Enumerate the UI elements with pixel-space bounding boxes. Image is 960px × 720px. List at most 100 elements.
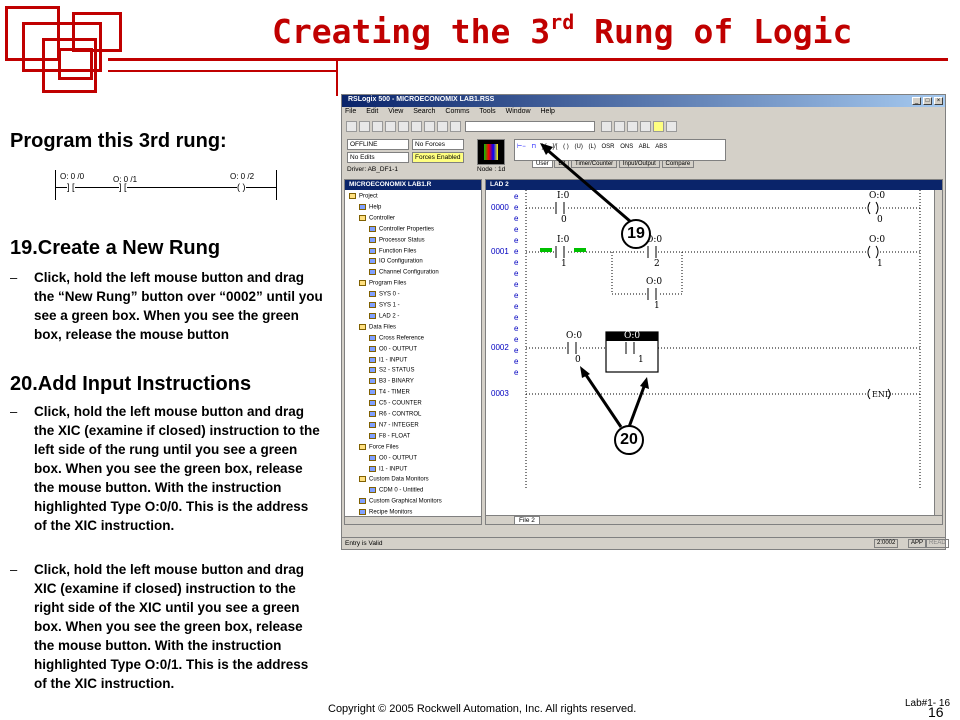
osr-button[interactable]: OSR: [602, 144, 615, 150]
tree-item[interactable]: Custom Graphical Monitors: [359, 498, 442, 508]
new-file-icon[interactable]: [346, 121, 357, 132]
plus-icon[interactable]: [652, 121, 664, 132]
edits-field[interactable]: No Edits: [347, 152, 409, 163]
tree-item[interactable]: LAD 2 -: [369, 312, 399, 323]
minimize-button[interactable]: _: [912, 97, 921, 105]
rung-number[interactable]: 0002: [491, 343, 509, 352]
menu-search[interactable]: Search: [413, 108, 435, 115]
xic-button[interactable]: ] [: [542, 144, 547, 150]
tab-file-2[interactable]: File 2: [514, 516, 540, 525]
file-icon: [369, 291, 376, 298]
tree-item[interactable]: O0 - OUTPUT: [369, 454, 417, 465]
tree-scrollbar[interactable]: [345, 516, 481, 524]
paste-icon[interactable]: [424, 121, 435, 132]
file-icon: [369, 400, 376, 407]
ote-button[interactable]: ( ): [563, 144, 569, 150]
edit-marker: e: [514, 302, 519, 311]
xio-button[interactable]: ]/[: [552, 144, 557, 150]
edit-marker: e: [514, 258, 519, 267]
tab-bit[interactable]: Bit: [554, 160, 570, 168]
redo-icon[interactable]: [450, 121, 461, 132]
zoom-out-icon[interactable]: [639, 121, 651, 132]
ladder-scrollbar[interactable]: [934, 190, 942, 524]
copy-icon[interactable]: [411, 121, 422, 132]
tree-item[interactable]: N7 - INTEGER: [369, 421, 419, 432]
print-icon[interactable]: [385, 121, 396, 132]
tab-compare[interactable]: Compare: [661, 160, 695, 168]
tab-input-output[interactable]: Input/Output: [618, 160, 660, 168]
tree-item[interactable]: Custom Data Monitors: [359, 476, 429, 486]
search-combo[interactable]: [464, 121, 595, 132]
ons-button[interactable]: ONS: [620, 144, 633, 150]
otl-button[interactable]: (L): [589, 144, 596, 150]
menu-file[interactable]: File: [345, 108, 356, 115]
menu-tools[interactable]: Tools: [479, 108, 495, 115]
verify-icon[interactable]: [613, 121, 625, 132]
tree-item[interactable]: Program Files: [359, 280, 406, 290]
tree-item[interactable]: SYS 1 -: [369, 302, 400, 312]
menu-view[interactable]: View: [388, 108, 403, 115]
tree-item-label: Data Files: [369, 324, 397, 331]
forces-enabled-field[interactable]: Forces Enabled: [412, 152, 464, 163]
rung-number[interactable]: 0003: [491, 389, 509, 398]
tree-item[interactable]: CDM 0 - Untitled: [369, 487, 423, 497]
file-icon: [369, 421, 376, 428]
ladder-diagram[interactable]: [486, 190, 934, 524]
rung-number[interactable]: 0001: [491, 247, 509, 256]
save-icon[interactable]: [372, 121, 383, 132]
open-icon[interactable]: [359, 121, 370, 132]
tree-item[interactable]: Project: [349, 193, 378, 203]
edit-marker: e: [514, 291, 519, 300]
zoom-in-icon[interactable]: [626, 121, 638, 132]
tree-item[interactable]: Cross Reference: [369, 334, 424, 345]
tree-item[interactable]: Controller Properties: [369, 225, 434, 236]
tree-item[interactable]: Data Files: [359, 323, 397, 334]
r0-input-address: I:0: [557, 191, 570, 201]
tree-item[interactable]: C5 - COUNTER: [369, 400, 422, 410]
tree-item[interactable]: F8 - FLOAT: [369, 432, 410, 443]
tree-item[interactable]: IO Configuration: [369, 258, 423, 268]
menu-help[interactable]: Help: [541, 108, 555, 115]
branch-button[interactable]: ⊓: [531, 144, 536, 150]
tab-user[interactable]: User: [532, 160, 553, 168]
mini-ote: ( ): [237, 182, 246, 192]
tree-item[interactable]: SYS 0 -: [369, 291, 400, 301]
tree-item[interactable]: O0 - OUTPUT: [369, 345, 417, 356]
tree-item[interactable]: R6 - CONTROL: [369, 411, 421, 421]
file-icon: [369, 411, 376, 417]
new-rung-button[interactable]: ⊢−: [517, 144, 526, 150]
tree-item[interactable]: Channel Configuration: [369, 269, 439, 279]
maximize-button[interactable]: □: [923, 97, 932, 105]
arrow-right-icon[interactable]: [665, 121, 677, 132]
tree-item[interactable]: Controller: [359, 214, 395, 225]
folder-icon: [359, 214, 366, 221]
abs-button[interactable]: ABS: [655, 144, 667, 150]
file-icon: [369, 312, 376, 319]
tree-item[interactable]: Help: [359, 203, 382, 214]
tree-item[interactable]: I1 - INPUT: [369, 356, 407, 367]
tree-item[interactable]: T4 - TIMER: [369, 389, 410, 399]
tree-item[interactable]: S2 - STATUS: [369, 367, 414, 377]
file-icon: [359, 498, 366, 505]
tree-item[interactable]: Function Files: [369, 247, 416, 258]
menu-window[interactable]: Window: [506, 108, 531, 115]
tree-item-label: Help: [369, 204, 382, 211]
tree-item[interactable]: Processor Status: [369, 236, 425, 247]
menu-edit[interactable]: Edit: [366, 108, 378, 115]
tree-item[interactable]: Force Files: [359, 443, 399, 454]
file-icon: [369, 247, 376, 254]
project-tree-title: MICROECONOMIX LAB1.R: [345, 180, 481, 190]
forces-field[interactable]: No Forces: [412, 139, 464, 150]
search-icon[interactable]: [600, 121, 612, 132]
abl-button[interactable]: ABL: [639, 144, 650, 150]
tree-item[interactable]: B3 - BINARY: [369, 378, 414, 388]
tree-item[interactable]: I1 - INPUT: [369, 465, 407, 476]
rung-number[interactable]: 0000: [491, 203, 509, 212]
mode-field[interactable]: OFFLINE: [347, 139, 409, 150]
cut-icon[interactable]: [398, 121, 409, 132]
undo-icon[interactable]: [437, 121, 448, 132]
tab-timer-counter[interactable]: Timer/Counter: [571, 160, 618, 168]
menu-comms[interactable]: Comms: [445, 108, 469, 115]
close-button[interactable]: ×: [934, 97, 943, 105]
otu-button[interactable]: (U): [574, 144, 582, 150]
